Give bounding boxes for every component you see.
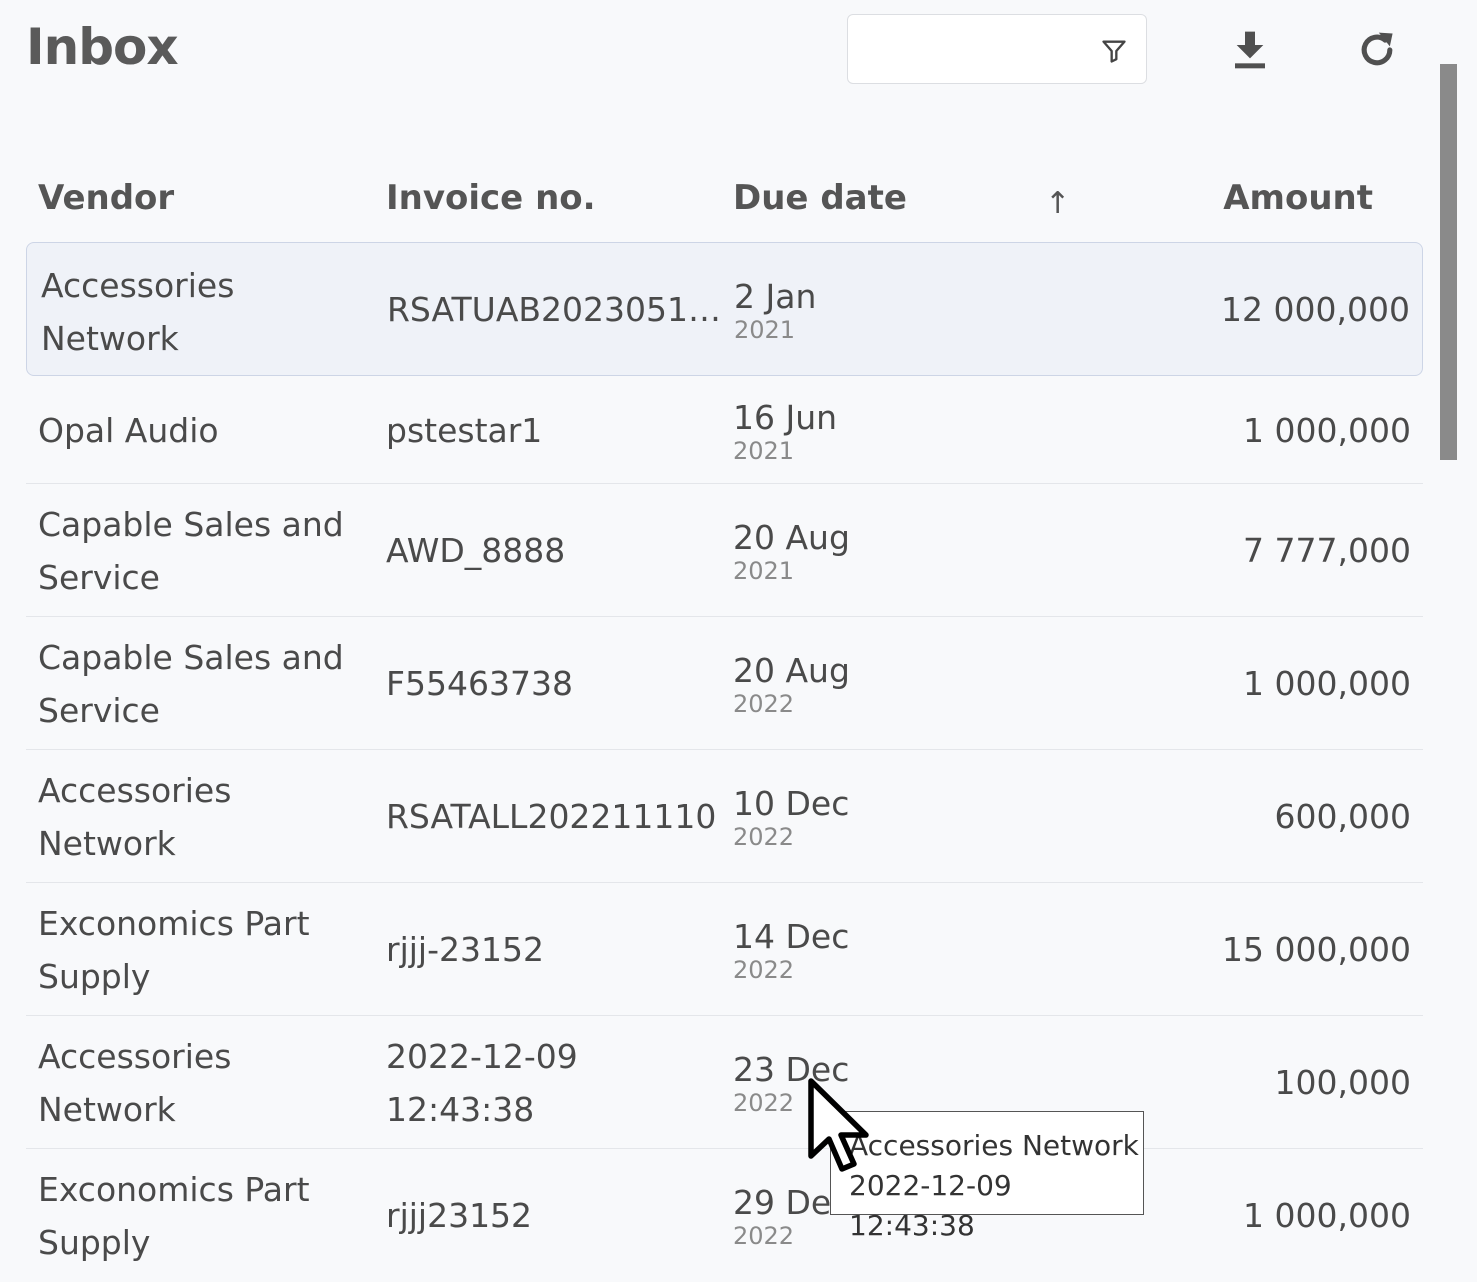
due-date-cell: 2 Jan 2021 <box>734 277 816 344</box>
due-day: 14 Dec <box>733 917 850 956</box>
due-year: 2022 <box>733 1222 795 1250</box>
invoice-table: Accessories Network RSATUAB2023051… 2 Ja… <box>26 242 1423 1282</box>
invoice-cell: rjjj-23152 <box>386 930 544 969</box>
vendor-cell: Exconomics Part Supply <box>38 904 310 996</box>
vendor-cell: Capable Sales and Service <box>38 638 344 730</box>
sort-ascending-icon[interactable]: ↑ <box>1045 186 1070 221</box>
download-icon[interactable] <box>1230 28 1270 72</box>
due-day: 20 Aug <box>733 518 850 557</box>
tooltip-line-invoice: 2022-12-09 12:43:38 <box>849 1169 1012 1242</box>
due-year: 2022 <box>733 823 795 851</box>
due-year: 2021 <box>733 557 795 585</box>
filter-input[interactable] <box>847 14 1147 84</box>
mouse-cursor-icon <box>808 1078 869 1172</box>
due-day: 16 Jun <box>733 398 838 437</box>
table-row[interactable]: Accessories Network RSATALL2022111108… 1… <box>26 750 1423 883</box>
due-day: 10 Dec <box>733 784 850 823</box>
due-date-cell: 16 Jun 2021 <box>733 398 837 465</box>
due-day: 2 Jan <box>734 277 817 316</box>
amount-cell: 15 000,000 <box>1222 930 1411 969</box>
invoice-cell: AWD_8888 <box>386 531 566 570</box>
column-header-due-date[interactable]: Due date <box>733 178 907 218</box>
invoice-cell: RSATALL2022111108… <box>386 797 718 836</box>
page-title: Inbox <box>26 18 179 76</box>
column-header-amount[interactable]: Amount <box>1223 178 1373 218</box>
invoice-cell: F55463738 <box>386 664 573 703</box>
column-header-vendor[interactable]: Vendor <box>38 178 174 218</box>
table-row[interactable]: Accessories Network 2022-12-09 12:43:38 … <box>26 1016 1423 1149</box>
vendor-cell: Exconomics Part Supply <box>38 1170 310 1262</box>
table-row[interactable]: Opal Audio pstestar1 16 Jun 2021 1 000,0… <box>26 376 1423 484</box>
vendor-cell: Accessories Network <box>38 771 232 863</box>
column-header-invoice[interactable]: Invoice no. <box>386 178 596 218</box>
amount-cell: 100,000 <box>1274 1063 1411 1102</box>
due-year: 2021 <box>733 437 795 465</box>
amount-cell: 12 000,000 <box>1221 290 1410 329</box>
invoice-cell: 2022-12-09 12:43:38 <box>386 1037 578 1129</box>
amount-cell: 1 000,000 <box>1243 664 1411 703</box>
invoice-cell: RSATUAB2023051… <box>387 290 719 329</box>
amount-cell: 1 000,000 <box>1243 1196 1411 1235</box>
table-row[interactable]: Capable Sales and Service AWD_8888 20 Au… <box>26 484 1423 617</box>
amount-cell: 600,000 <box>1274 797 1411 836</box>
vendor-cell: Accessories Network <box>41 266 235 358</box>
invoice-cell: pstestar1 <box>386 411 543 450</box>
due-date-cell: 20 Aug 2021 <box>733 518 850 585</box>
due-year: 2021 <box>734 316 796 344</box>
amount-cell: 7 777,000 <box>1243 531 1411 570</box>
table-row[interactable]: Accessories Network RSATUAB2023051… 2 Ja… <box>26 242 1423 376</box>
due-year: 2022 <box>733 956 795 984</box>
table-row[interactable]: Exconomics Part Supply rjjj23152 29 Dec … <box>26 1149 1423 1282</box>
tooltip: Accessories Network 2022-12-09 12:43:38 <box>830 1111 1144 1242</box>
due-date-cell: 20 Aug 2022 <box>733 651 850 718</box>
table-row[interactable]: Capable Sales and Service F55463738 20 A… <box>26 617 1423 750</box>
vendor-cell: Opal Audio <box>38 411 219 450</box>
filter-icon[interactable] <box>1100 37 1128 65</box>
scrollbar-thumb[interactable] <box>1440 64 1457 460</box>
tooltip-line-vendor: Accessories Network <box>849 1129 1139 1162</box>
due-date-cell: 10 Dec 2022 <box>733 784 849 851</box>
vendor-cell: Capable Sales and Service <box>38 505 344 597</box>
due-day: 20 Aug <box>733 651 850 690</box>
vendor-cell: Accessories Network <box>38 1037 232 1129</box>
refresh-icon[interactable] <box>1355 28 1399 72</box>
due-year: 2022 <box>733 690 795 718</box>
invoice-cell: rjjj23152 <box>386 1196 533 1235</box>
due-date-cell: 14 Dec 2022 <box>733 917 849 984</box>
table-header: Vendor Invoice no. Due date ↑ Amount <box>0 178 1440 230</box>
amount-cell: 1 000,000 <box>1243 411 1411 450</box>
table-row[interactable]: Exconomics Part Supply rjjj-23152 14 Dec… <box>26 883 1423 1016</box>
